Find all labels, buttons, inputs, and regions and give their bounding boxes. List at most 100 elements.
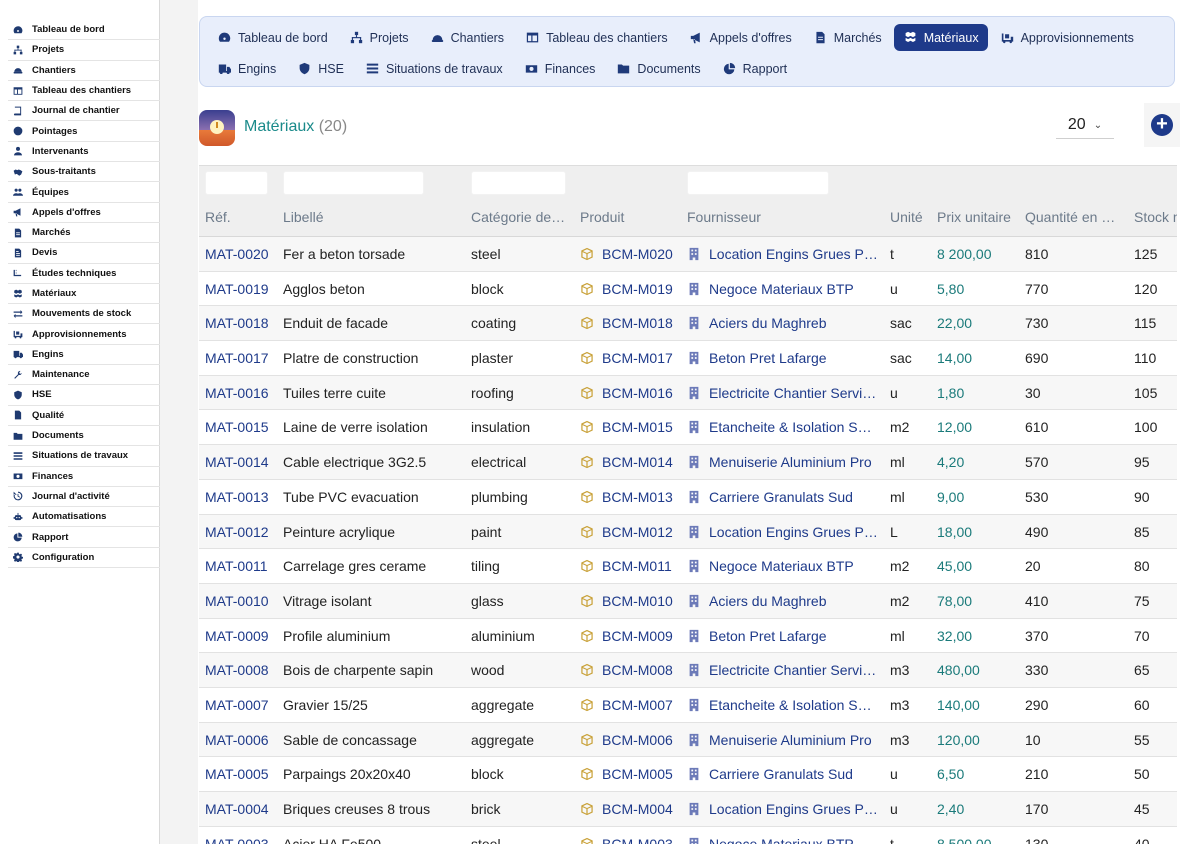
sidebar-item-approvisionnements[interactable]: Approvisionnements <box>8 324 160 345</box>
sidebar-item-pointages[interactable]: Pointages <box>8 121 160 142</box>
cell-product[interactable]: BCM-M011 <box>580 549 680 583</box>
column-header[interactable]: Catégorie de… <box>471 198 571 237</box>
nav-tab-tableau-des-chantiers[interactable]: Tableau des chantiers <box>516 24 677 51</box>
nav-tab-situations-de-travaux[interactable]: Situations de travaux <box>356 55 512 82</box>
sidebar-item-etudes-techniques[interactable]: Études techniques <box>8 264 160 284</box>
table-row[interactable]: MAT-0003 Acier HA Fe500 steel BCM-M003 Negoc… <box>199 826 1177 844</box>
cell-ref[interactable]: MAT-0006 <box>205 723 277 757</box>
cell-product[interactable]: BCM-M016 <box>580 376 680 410</box>
cell-ref[interactable]: MAT-0012 <box>205 515 277 549</box>
cell-ref[interactable]: MAT-0009 <box>205 619 277 653</box>
sidebar-item-journal-d-activite[interactable]: Journal d'activité <box>8 487 160 508</box>
column-header[interactable]: Produit <box>580 198 680 237</box>
sidebar-item-tableau-des-chantiers[interactable]: Tableau des chantiers <box>8 81 160 102</box>
sidebar-item-intervenants[interactable]: Intervenants <box>8 142 160 163</box>
cell-ref[interactable]: MAT-0004 <box>205 792 277 826</box>
cell-product[interactable]: BCM-M013 <box>580 480 680 514</box>
nav-tab-materiaux[interactable]: Matériaux <box>893 24 988 51</box>
cell-supplier[interactable]: Negoce Materiaux BTP <box>687 272 887 306</box>
sidebar-item-sous-traitants[interactable]: Sous-traitants <box>8 162 160 183</box>
filter-supplier-input[interactable] <box>687 171 829 195</box>
cell-product[interactable]: BCM-M009 <box>580 619 680 653</box>
sidebar-item-tableau-de-bord[interactable]: Tableau de bord <box>8 20 160 41</box>
cell-product[interactable]: BCM-M010 <box>580 584 680 618</box>
sidebar-item-mouvements-de-stock[interactable]: Mouvements de stock <box>8 304 160 325</box>
filter-category-input[interactable] <box>471 171 566 195</box>
nav-tab-chantiers[interactable]: Chantiers <box>421 24 514 51</box>
cell-supplier[interactable]: Electricite Chantier Servi… <box>687 653 887 687</box>
cell-product[interactable]: BCM-M017 <box>580 341 680 375</box>
cell-product[interactable]: BCM-M015 <box>580 410 680 444</box>
cell-supplier[interactable]: Electricite Chantier Servi… <box>687 376 887 410</box>
cell-ref[interactable]: MAT-0005 <box>205 757 277 791</box>
sidebar-item-materiaux[interactable]: Matériaux <box>8 284 160 305</box>
cell-ref[interactable]: MAT-0008 <box>205 653 277 687</box>
sidebar-item-situations-de-travaux[interactable]: Situations de travaux <box>8 446 160 467</box>
cell-product[interactable]: BCM-M019 <box>580 272 680 306</box>
nav-tab-engins[interactable]: Engins <box>208 55 285 82</box>
nav-tab-hse[interactable]: HSE <box>288 55 353 82</box>
table-row[interactable]: MAT-0016 Tuiles terre cuite roofing BCM-M01… <box>199 375 1177 411</box>
table-row[interactable]: MAT-0009 Profile aluminium aluminium BCM-M0… <box>199 618 1177 654</box>
cell-product[interactable]: BCM-M008 <box>580 653 680 687</box>
cell-ref[interactable]: MAT-0019 <box>205 272 277 306</box>
sidebar-item-qualite[interactable]: Qualité <box>8 406 160 426</box>
sidebar-item-hse[interactable]: HSE <box>8 385 160 406</box>
add-material-button[interactable]: + <box>1151 114 1173 136</box>
cell-product[interactable]: BCM-M014 <box>580 445 680 479</box>
cell-product[interactable]: BCM-M007 <box>580 688 680 722</box>
nav-tab-documents[interactable]: Documents <box>607 55 709 82</box>
sidebar-item-configuration[interactable]: Configuration <box>8 548 160 569</box>
sidebar-item-automatisations[interactable]: Automatisations <box>8 507 160 528</box>
cell-ref[interactable]: MAT-0016 <box>205 376 277 410</box>
sidebar-item-documents[interactable]: Documents <box>8 426 160 447</box>
sidebar-item-devis[interactable]: Devis <box>8 243 160 264</box>
cell-supplier[interactable]: Beton Pret Lafarge <box>687 619 887 653</box>
cell-ref[interactable]: MAT-0013 <box>205 480 277 514</box>
cell-product[interactable]: BCM-M006 <box>580 723 680 757</box>
column-header[interactable]: Unité <box>890 198 930 237</box>
cell-ref[interactable]: MAT-0017 <box>205 341 277 375</box>
page-size-select[interactable]: 20 ⌄ <box>1056 112 1114 139</box>
cell-supplier[interactable]: Carriere Granulats Sud <box>687 480 887 514</box>
table-row[interactable]: MAT-0019 Agglos beton block BCM-M019 Negoce … <box>199 271 1177 307</box>
column-header[interactable]: Libellé <box>283 198 463 237</box>
column-header[interactable]: Réf. <box>205 198 277 237</box>
table-row[interactable]: MAT-0018 Enduit de facade coating BCM-M018 A… <box>199 306 1177 342</box>
cell-ref[interactable]: MAT-0014 <box>205 445 277 479</box>
cell-supplier[interactable]: Carriere Granulats Sud <box>687 757 887 791</box>
table-row[interactable]: MAT-0015 Laine de verre isolation insulati… <box>199 410 1177 446</box>
cell-product[interactable]: BCM-M003 <box>580 827 680 844</box>
cell-supplier[interactable]: Location Engins Grues P… <box>687 515 887 549</box>
cell-ref[interactable]: MAT-0003 <box>205 827 277 844</box>
filter-label-input[interactable] <box>283 171 424 195</box>
nav-tab-tableau-de-bord[interactable]: Tableau de bord <box>208 24 337 51</box>
table-row[interactable]: MAT-0004 Briques creuses 8 trous brick BCM-… <box>199 792 1177 827</box>
filter-ref-input[interactable] <box>205 171 268 195</box>
sidebar-item-appels-d-offres[interactable]: Appels d'offres <box>8 203 160 223</box>
cell-product[interactable]: BCM-M005 <box>580 757 680 791</box>
table-row[interactable]: MAT-0014 Cable electrique 3G2.5 electrical… <box>199 445 1177 480</box>
table-row[interactable]: MAT-0007 Gravier 15/25 aggregate BCM-M007 Et… <box>199 687 1177 723</box>
cell-supplier[interactable]: Etancheite & Isolation S… <box>687 688 887 722</box>
nav-tab-finances[interactable]: Finances <box>515 55 605 82</box>
nav-tab-marches[interactable]: Marchés <box>804 24 891 51</box>
nav-tab-rapport[interactable]: Rapport <box>713 55 796 82</box>
cell-supplier[interactable]: Location Engins Grues P… <box>687 237 887 271</box>
cell-ref[interactable]: MAT-0010 <box>205 584 277 618</box>
cell-supplier[interactable]: Location Engins Grues P… <box>687 792 887 826</box>
cell-ref[interactable]: MAT-0007 <box>205 688 277 722</box>
column-header[interactable]: Prix unitaire <box>937 198 1019 237</box>
table-row[interactable]: MAT-0008 Bois de charpente sapin wood BCM-M… <box>199 653 1177 688</box>
sidebar-item-maintenance[interactable]: Maintenance <box>8 365 160 386</box>
cell-supplier[interactable]: Menuiserie Aluminium Pro <box>687 445 887 479</box>
table-row[interactable]: MAT-0013 Tube PVC evacuation plumbing BCM-M… <box>199 479 1177 515</box>
table-row[interactable]: MAT-0005 Parpaings 20x20x40 block BCM-M005 C… <box>199 757 1177 792</box>
sidebar-item-journal-de-chantier[interactable]: Journal de chantier <box>8 101 160 122</box>
cell-supplier[interactable]: Etancheite & Isolation S… <box>687 410 887 444</box>
sidebar-item-equipes[interactable]: Équipes <box>8 182 160 203</box>
cell-ref[interactable]: MAT-0018 <box>205 306 277 340</box>
sidebar-item-projets[interactable]: Projets <box>8 40 160 61</box>
cell-supplier[interactable]: Menuiserie Aluminium Pro <box>687 723 887 757</box>
nav-tab-projets[interactable]: Projets <box>340 24 418 51</box>
